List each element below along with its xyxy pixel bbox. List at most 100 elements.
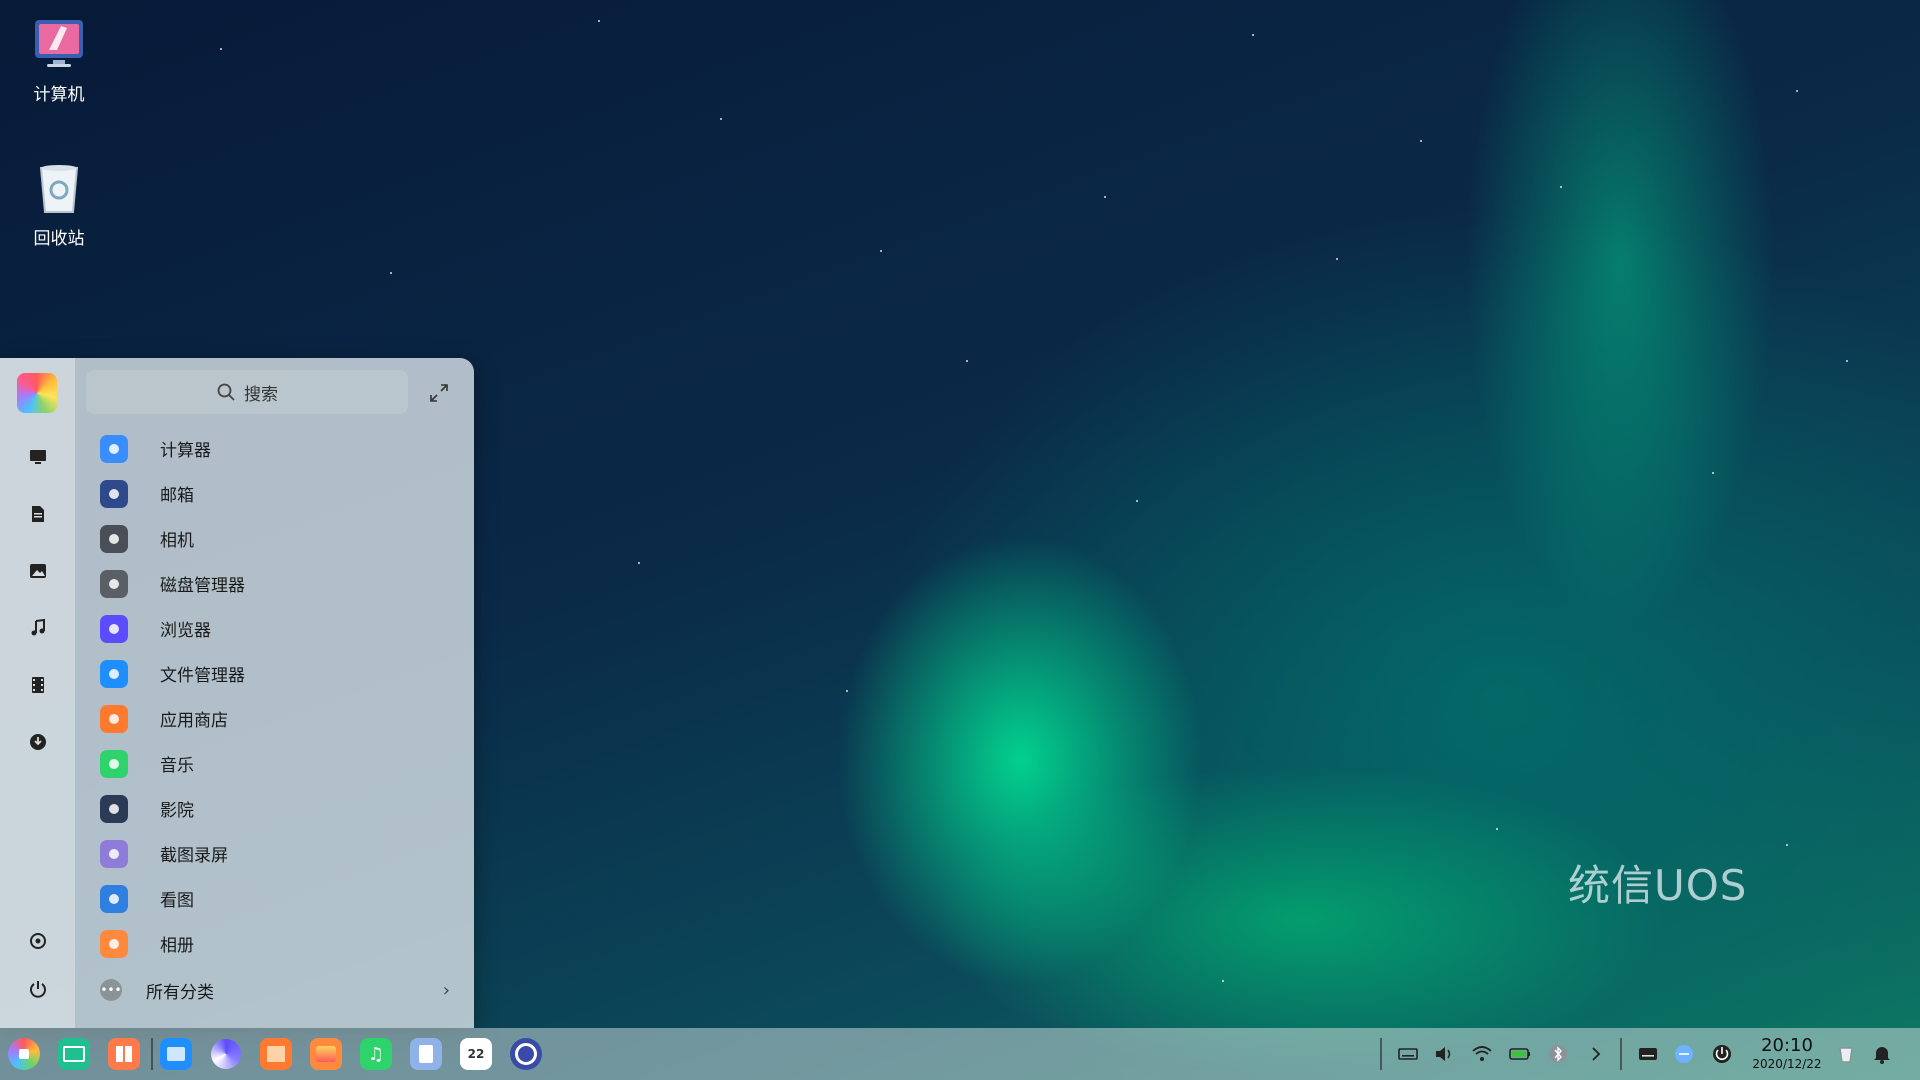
launcher-app-item[interactable]: 影院 — [86, 786, 466, 831]
launcher-app-item[interactable]: 磁盘管理器 — [86, 561, 466, 606]
launcher-app-label: 截图录屏 — [160, 846, 228, 866]
bluetooth-icon — [1549, 1045, 1567, 1063]
launcher-sidebar — [0, 358, 75, 1028]
sidebar-item-computer[interactable] — [25, 444, 51, 470]
app-glyph — [109, 758, 119, 769]
taskbar-file-manager[interactable] — [160, 1038, 192, 1070]
taskbar-browser[interactable] — [210, 1038, 242, 1070]
launcher-app-item[interactable]: 浏览器 — [86, 606, 466, 651]
launcher-icon — [19, 1049, 29, 1059]
launcher-app-label: 浏览器 — [160, 621, 211, 641]
wifi-icon — [1472, 1046, 1492, 1061]
app-glyph — [109, 893, 119, 904]
launcher-app-label: 文件管理器 — [160, 666, 245, 686]
launcher-app-item[interactable]: 邮箱 — [86, 471, 466, 516]
movie-icon — [100, 794, 128, 823]
volume-icon — [1436, 1047, 1451, 1061]
tray-assistant[interactable] — [1672, 1042, 1696, 1066]
launcher-app-label: 影院 — [160, 801, 194, 821]
taskbar-app-store[interactable] — [260, 1038, 292, 1070]
sidebar-item-pictures[interactable] — [25, 558, 51, 584]
chevron-right-icon: › — [442, 979, 450, 1001]
sidebar-settings-button[interactable] — [25, 928, 51, 954]
launcher-app-label: 相机 — [160, 531, 194, 551]
fullscreen-toggle-icon[interactable] — [428, 382, 450, 404]
tray-wifi[interactable] — [1470, 1042, 1494, 1066]
taskbar-clock[interactable]: 20:10 2020/12/22 — [1752, 1036, 1822, 1072]
app-glyph — [109, 668, 119, 679]
sidebar-item-videos[interactable] — [25, 672, 51, 698]
sidebar-item-downloads[interactable] — [25, 729, 51, 755]
taskbar-calendar[interactable]: 22 — [460, 1038, 492, 1070]
music-icon: ♫ — [367, 1043, 385, 1065]
app-glyph — [109, 803, 119, 814]
clock-time: 20:10 — [1761, 1035, 1813, 1056]
sidebar-item-documents[interactable] — [25, 501, 51, 527]
album-icon — [316, 1046, 336, 1062]
launcher-app-list: 计算器邮箱相机磁盘管理器浏览器文件管理器应用商店音乐影院截图录屏看图相册 — [86, 426, 466, 966]
taskbar-control-center[interactable] — [510, 1038, 542, 1070]
launcher-app-label: 邮箱 — [160, 486, 194, 506]
taskbar-multitask-view[interactable] — [108, 1038, 140, 1070]
keyboard-icon — [1639, 1048, 1657, 1060]
launcher-search-box[interactable]: 搜索 — [86, 370, 408, 414]
image-viewer-icon — [100, 884, 128, 913]
launcher-app-label: 应用商店 — [160, 711, 228, 731]
power-icon — [30, 981, 46, 998]
file-manager-icon — [100, 659, 128, 688]
taskbar-show-desktop[interactable] — [58, 1038, 90, 1070]
desktop-icon-label: 回收站 — [33, 229, 85, 249]
app-glyph — [109, 623, 119, 634]
launcher-app-item[interactable]: 截图录屏 — [86, 831, 466, 876]
search-placeholder: 搜索 — [244, 384, 278, 405]
tray-power[interactable] — [1710, 1042, 1734, 1066]
launcher-app-item[interactable]: 计算器 — [86, 426, 466, 471]
launcher-app-label: 音乐 — [160, 756, 194, 776]
tray-notifications[interactable] — [1870, 1042, 1894, 1066]
search-icon — [217, 383, 235, 401]
launcher-app-label: 看图 — [160, 891, 194, 911]
tray-volume[interactable] — [1432, 1042, 1456, 1066]
desktop-icon-trash[interactable]: 回收站 — [11, 160, 107, 249]
document-icon — [32, 506, 44, 522]
launcher-app-item[interactable]: 相册 — [86, 921, 466, 966]
taskbar-contacts[interactable] — [410, 1038, 442, 1070]
desktop-icon-label: 计算机 — [33, 85, 85, 105]
mail-icon — [100, 479, 128, 508]
app-glyph — [109, 443, 119, 454]
all-categories-label: 所有分类 — [146, 982, 214, 1003]
tray-battery[interactable] — [1508, 1042, 1532, 1066]
app-glyph — [109, 578, 119, 589]
multitask-icon — [116, 1046, 132, 1062]
sidebar-power-button[interactable] — [25, 976, 51, 1002]
tray-keyboard[interactable] — [1396, 1042, 1420, 1066]
tray-expand[interactable] — [1584, 1042, 1608, 1066]
app-glyph — [109, 488, 119, 499]
music-icon — [100, 749, 128, 778]
desktop-icon-computer[interactable]: 计算机 — [11, 16, 107, 105]
tray-bluetooth[interactable] — [1546, 1042, 1570, 1066]
taskbar-music[interactable]: ♫ — [360, 1038, 392, 1070]
settings-icon — [515, 1043, 537, 1065]
sidebar-item-music[interactable] — [25, 615, 51, 641]
launcher-app-item[interactable]: 音乐 — [86, 741, 466, 786]
taskbar-album[interactable] — [310, 1038, 342, 1070]
taskbar: ♫ 22 20:10 2020/12/22 — [0, 1028, 1920, 1080]
trash-icon — [1839, 1047, 1853, 1063]
music-note-icon — [31, 618, 45, 636]
bell-icon — [1874, 1047, 1890, 1064]
tray-trash[interactable] — [1834, 1042, 1858, 1066]
launcher-app-item[interactable]: 应用商店 — [86, 696, 466, 741]
download-icon — [30, 734, 46, 750]
app-glyph — [109, 533, 119, 544]
launcher-app-item[interactable]: 看图 — [86, 876, 466, 921]
browser-icon — [211, 1039, 241, 1069]
user-avatar[interactable] — [17, 373, 57, 413]
assistant-icon — [1675, 1045, 1693, 1063]
launcher-button[interactable] — [8, 1038, 40, 1070]
launcher-app-item[interactable]: 文件管理器 — [86, 651, 466, 696]
tray-onscreen-keyboard[interactable] — [1636, 1042, 1660, 1066]
all-categories-button[interactable]: ••• 所有分类 › — [86, 970, 456, 1010]
launcher-app-item[interactable]: 相机 — [86, 516, 466, 561]
launcher-app-label: 相册 — [160, 936, 194, 956]
